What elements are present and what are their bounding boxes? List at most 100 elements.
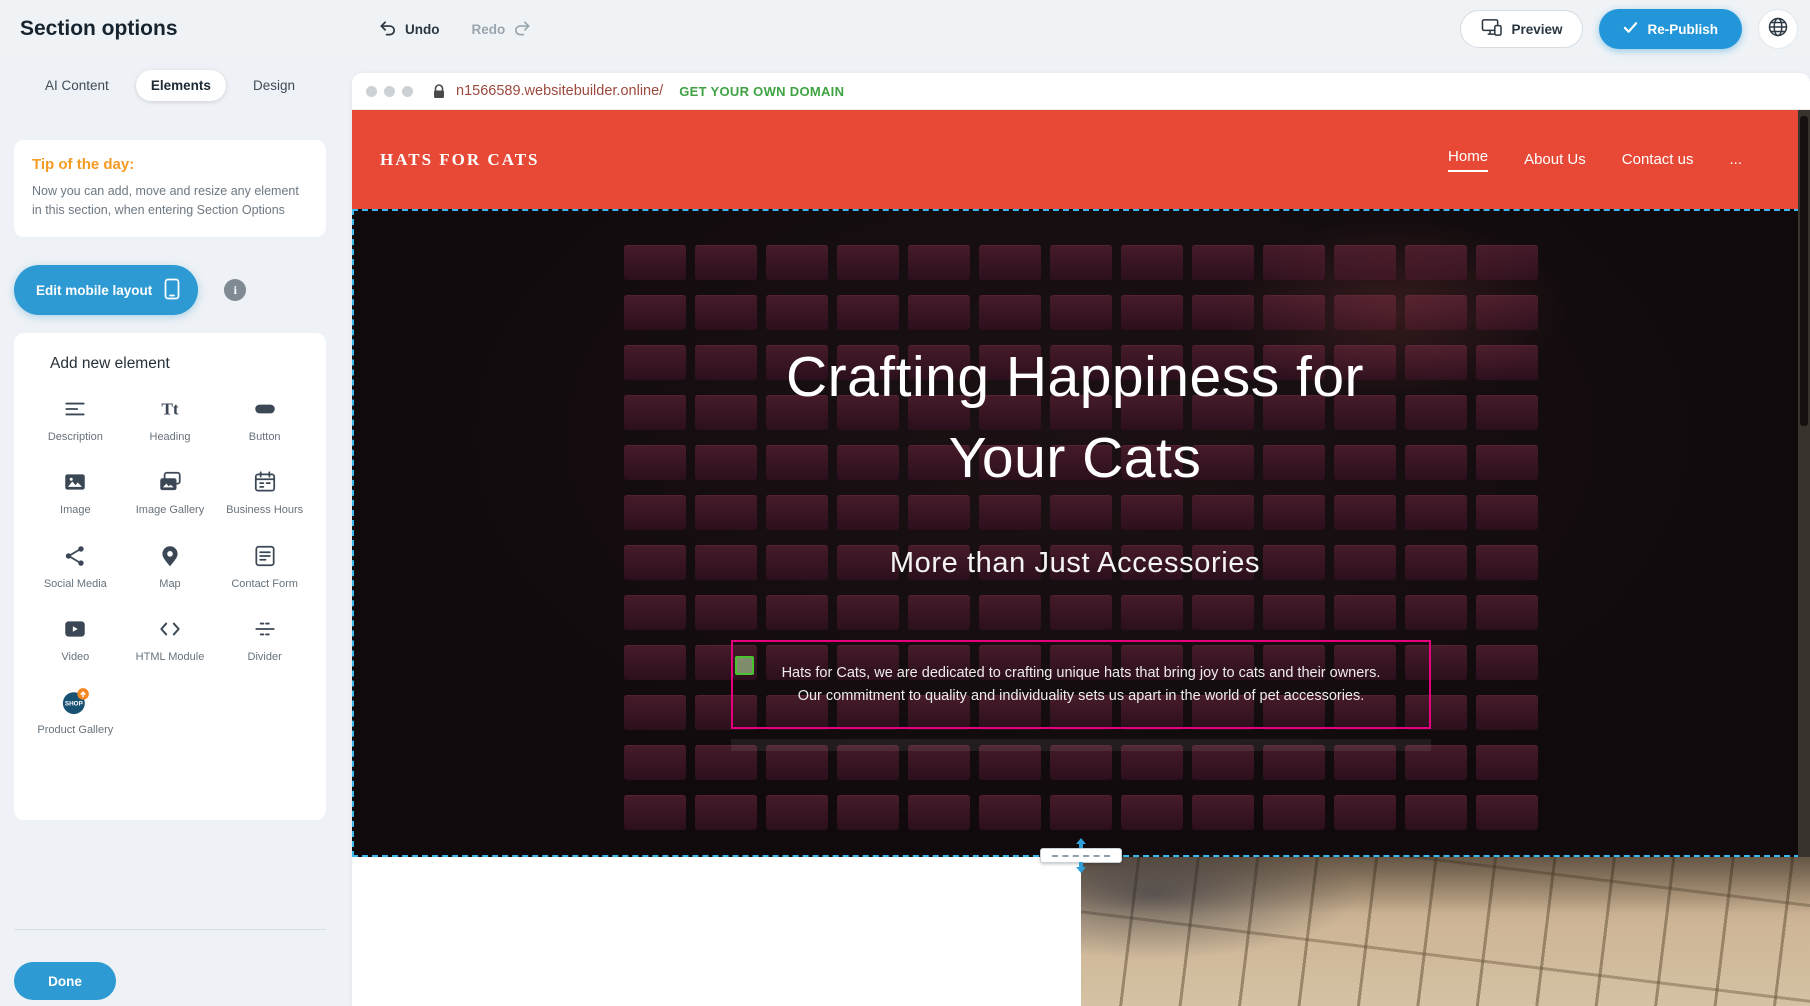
nav-item-contact-us[interactable]: Contact us	[1622, 151, 1694, 168]
undo-label: Undo	[405, 22, 440, 37]
drop-indicator-band	[731, 739, 1431, 751]
hero-heading[interactable]: Crafting Happiness for Your Cats	[354, 337, 1796, 499]
map-pin-icon	[157, 542, 183, 570]
website-builder-app: Section options Undo Redo Preview	[0, 0, 1810, 1006]
element-tile-business-hours[interactable]: Business Hours	[217, 468, 312, 517]
description-icon	[62, 395, 88, 423]
element-tile-description[interactable]: Description	[28, 395, 123, 444]
site-preview-canvas: n1566589.websitebuilder.online/ GET YOUR…	[352, 73, 1810, 1006]
topbar-actions: Preview Re-Publish	[1460, 0, 1798, 58]
redo-icon	[513, 18, 532, 40]
scrollbar-thumb[interactable]	[1800, 116, 1808, 426]
element-tile-social-media[interactable]: Social Media	[28, 542, 123, 591]
nav-item-about-us[interactable]: About Us	[1524, 151, 1586, 168]
site-logo[interactable]: HATS FOR CATS	[380, 150, 540, 170]
element-tile-map[interactable]: Map	[123, 542, 218, 591]
element-tile-label: Map	[159, 577, 180, 591]
history-controls: Undo Redo	[378, 0, 532, 58]
check-icon	[1623, 21, 1638, 37]
info-icon[interactable]: i	[224, 279, 246, 301]
tip-of-the-day-card: Tip of the day: Now you can add, move an…	[14, 140, 326, 237]
element-tile-button[interactable]: Button	[217, 395, 312, 444]
element-grid: Description Tt Heading Button	[28, 395, 312, 737]
add-element-panel: Add new element Description Tt Heading	[14, 333, 326, 820]
element-tile-heading[interactable]: Tt Heading	[123, 395, 218, 444]
preview-scrollbar[interactable]	[1798, 110, 1810, 857]
element-tile-label: Image	[60, 503, 91, 517]
preview-button[interactable]: Preview	[1460, 10, 1583, 48]
tab-ai-content[interactable]: AI Content	[30, 70, 124, 101]
edit-mobile-layout-button[interactable]: Edit mobile layout	[14, 265, 198, 315]
lock-icon	[432, 84, 446, 99]
resize-handle-dash	[1052, 855, 1110, 857]
undo-button[interactable]: Undo	[378, 18, 440, 40]
element-tile-divider[interactable]: Divider	[217, 615, 312, 664]
hero-paragraph-line1: Hats for Cats, we are dedicated to craft…	[733, 662, 1429, 684]
preview-devices-icon	[1481, 18, 1502, 40]
sidebar-tabs: AI Content Elements Design	[0, 70, 340, 101]
redo-button[interactable]: Redo	[472, 18, 533, 40]
tab-elements[interactable]: Elements	[136, 70, 226, 101]
image-icon	[62, 468, 88, 496]
business-hours-icon	[252, 468, 278, 496]
element-tile-label: Image Gallery	[136, 503, 204, 517]
html-module-icon	[157, 615, 183, 643]
element-tile-label: Business Hours	[226, 503, 303, 517]
button-icon	[252, 395, 278, 423]
window-dot-icon	[366, 86, 377, 97]
element-tile-label: Button	[249, 430, 281, 444]
add-element-title: Add new element	[28, 355, 312, 373]
sidebar-divider	[14, 929, 326, 930]
site-header: HATS FOR CATS Home About Us Contact us .…	[352, 110, 1810, 209]
element-tile-image-gallery[interactable]: Image Gallery	[123, 468, 218, 517]
element-tile-label: Contact Form	[231, 577, 298, 591]
section-options-sidebar: AI Content Elements Design Tip of the da…	[0, 58, 340, 1006]
language-button[interactable]	[1758, 9, 1798, 49]
tip-body: Now you can add, move and resize any ele…	[32, 182, 308, 221]
hero-section[interactable]: Crafting Happiness for Your Cats More th…	[352, 209, 1810, 857]
redo-label: Redo	[472, 22, 506, 37]
tip-title: Tip of the day:	[32, 156, 308, 173]
resize-handle-pill	[1040, 848, 1122, 863]
site-nav: Home About Us Contact us ...	[1448, 148, 1742, 172]
selected-text-element[interactable]: Hats for Cats, we are dedicated to craft…	[731, 640, 1431, 729]
nav-item-more[interactable]: ...	[1729, 151, 1742, 168]
svg-text:Tt: Tt	[161, 399, 179, 418]
hero-subheading[interactable]: More than Just Accessories	[354, 547, 1796, 580]
page-title: Section options	[20, 0, 178, 58]
element-tile-html-module[interactable]: HTML Module	[123, 615, 218, 664]
section-resize-handle[interactable]	[1040, 839, 1122, 872]
window-dot-icon	[402, 86, 413, 97]
element-tile-product-gallery[interactable]: SHOP Product Gallery	[28, 688, 123, 737]
image-gallery-icon	[157, 468, 183, 496]
hero-paragraph-line2: Our commitment to quality and individual…	[733, 685, 1429, 707]
nav-item-home[interactable]: Home	[1448, 148, 1488, 172]
element-resize-handle-left[interactable]	[735, 656, 754, 675]
window-dot-icon	[384, 86, 395, 97]
get-your-own-domain-link[interactable]: GET YOUR OWN DOMAIN	[679, 84, 844, 99]
browser-chrome-bar: n1566589.websitebuilder.online/ GET YOUR…	[352, 73, 1810, 110]
done-button[interactable]: Done	[14, 962, 116, 1000]
tab-design[interactable]: Design	[238, 70, 310, 101]
element-tile-label: Description	[48, 430, 103, 444]
contact-form-icon	[252, 542, 278, 570]
republish-label: Re-Publish	[1647, 22, 1718, 37]
next-section[interactable]	[352, 857, 1810, 1006]
top-bar: Section options Undo Redo Preview	[0, 0, 1810, 58]
globe-icon	[1767, 16, 1789, 43]
element-tile-label: Product Gallery	[37, 723, 113, 737]
republish-button[interactable]: Re-Publish	[1599, 9, 1742, 49]
element-tile-video[interactable]: Video	[28, 615, 123, 664]
element-tile-label: Divider	[248, 650, 282, 664]
element-tile-label: Video	[61, 650, 89, 664]
shop-icon-text: SHOP	[65, 701, 83, 708]
product-gallery-icon: SHOP	[60, 688, 90, 716]
element-tile-image[interactable]: Image	[28, 468, 123, 517]
element-tile-label: HTML Module	[136, 650, 205, 664]
element-tile-contact-form[interactable]: Contact Form	[217, 542, 312, 591]
element-tile-label: Social Media	[44, 577, 107, 591]
phone-icon	[164, 278, 180, 303]
site-url: n1566589.websitebuilder.online/	[456, 83, 663, 99]
undo-icon	[378, 18, 397, 40]
edit-mobile-label: Edit mobile layout	[36, 283, 152, 298]
